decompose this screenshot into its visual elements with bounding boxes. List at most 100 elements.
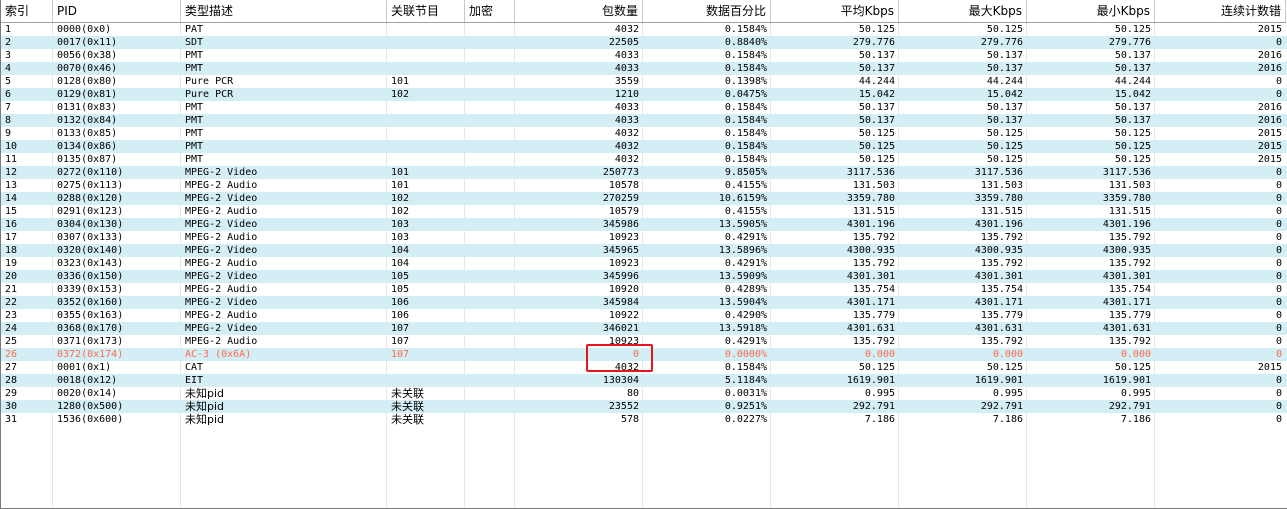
cell-enc [465, 322, 515, 335]
cell-pid: 0323(0x143) [57, 258, 124, 269]
cell-type: PMT [185, 154, 204, 165]
table-row[interactable]: 13 0275(0x113) MPEG-2 Audio 101 10578 0.4155%… [1, 179, 1287, 192]
cell-enc [465, 179, 515, 192]
cell-pid: 0352(0x160) [57, 297, 124, 308]
table-row[interactable]: 5 0128(0x80) Pure PCR 101 3559 0.1398% 44.244 4… [1, 75, 1287, 88]
column-header-avg[interactable]: 平均Kbps [771, 0, 899, 22]
cell-cc: 0 [1275, 167, 1282, 178]
table-row[interactable]: 14 0288(0x120) MPEG-2 Video 102 270259 10.615… [1, 192, 1287, 205]
cell-min: 135.754 [1108, 284, 1151, 295]
table-row[interactable]: 20 0336(0x150) MPEG-2 Video 105 345996 13.590… [1, 270, 1287, 283]
table-row[interactable]: 7 0131(0x83) PMT 4033 0.1584% 50.137 50.137 50.… [1, 101, 1287, 114]
table-row[interactable]: 10 0134(0x86) PMT 4032 0.1584% 50.125 50.125 50… [1, 140, 1287, 153]
cell-type: MPEG-2 Audio [185, 336, 258, 347]
cell-pkts: 4033 [614, 102, 639, 113]
pid-table-window: 索引 PID 类型描述 关联节目 加密 包数量 数据百分比 平均Kbps 最大Kbps 最小Kbp… [0, 0, 1287, 509]
column-header-pct[interactable]: 数据百分比 [643, 0, 771, 22]
table-row[interactable]: 15 0291(0x123) MPEG-2 Audio 102 10579 0.4155%… [1, 205, 1287, 218]
cell-min: 50.125 [1114, 362, 1151, 373]
cell-prog: 101 [391, 167, 410, 178]
cell-idx: 14 [5, 193, 18, 204]
table-row[interactable]: 25 0371(0x173) MPEG-2 Audio 107 10923 0.4291%… [1, 335, 1287, 348]
table-row[interactable]: 29 0020(0x14) 未知pid 未关联 80 0.0031% 0.995 0.995 0… [1, 387, 1287, 400]
cell-enc [465, 75, 515, 88]
cell-idx: 22 [5, 297, 18, 308]
cell-pct: 0.1584% [724, 63, 767, 74]
cell-pid: 0371(0x173) [57, 336, 124, 347]
cell-max: 4300.935 [974, 245, 1023, 256]
cell-cc: 0 [1275, 297, 1282, 308]
cell-enc [465, 23, 515, 36]
cell-min: 50.125 [1114, 24, 1151, 35]
cell-min: 15.042 [1114, 89, 1151, 100]
cell-type: CAT [185, 362, 204, 373]
cell-pct: 0.4155% [724, 180, 767, 191]
table-row[interactable]: 28 0018(0x12) EIT 130304 5.1184% 1619.901 1619… [1, 374, 1287, 387]
table-row[interactable]: 9 0133(0x85) PMT 4032 0.1584% 50.125 50.125 50.… [1, 127, 1287, 140]
column-header-max[interactable]: 最大Kbps [899, 0, 1027, 22]
cell-cc: 2015 [1257, 128, 1282, 139]
cell-enc [465, 348, 515, 361]
cell-type: PMT [185, 102, 204, 113]
cell-avg: 50.137 [858, 115, 895, 126]
cell-pkts: 4033 [614, 115, 639, 126]
cell-pkts: 4033 [614, 63, 639, 74]
table-row[interactable]: 4 0070(0x46) PMT 4033 0.1584% 50.137 50.137 50.… [1, 62, 1287, 75]
cell-pct: 13.5896% [718, 245, 767, 256]
table-row[interactable]: 26 0372(0x174) AC-3 (0x6A) 107 0 0.0000% 0.000… [1, 348, 1287, 361]
column-header-min[interactable]: 最小Kbps [1027, 0, 1155, 22]
table-row[interactable]: 19 0323(0x143) MPEG-2 Audio 104 10923 0.4291%… [1, 257, 1287, 270]
table-row[interactable]: 30 1280(0x500) 未知pid 未关联 23552 0.9251% 292.791… [1, 400, 1287, 413]
cell-enc [465, 270, 515, 283]
cell-pct: 0.1584% [724, 24, 767, 35]
cell-enc [465, 205, 515, 218]
table-row[interactable]: 24 0368(0x170) MPEG-2 Video 107 346021 13.591… [1, 322, 1287, 335]
cell-type: EIT [185, 375, 204, 386]
table-row[interactable]: 6 0129(0x81) Pure PCR 102 1210 0.0475% 15.042 1… [1, 88, 1287, 101]
table-row[interactable]: 31 1536(0x600) 未知pid 未关联 578 0.0227% 7.186 7.18… [1, 413, 1287, 426]
column-header-type[interactable]: 类型描述 [181, 0, 387, 22]
cell-max: 131.515 [980, 206, 1023, 217]
table-row[interactable]: 21 0339(0x153) MPEG-2 Audio 105 10920 0.4289%… [1, 283, 1287, 296]
table-row[interactable]: 17 0307(0x133) MPEG-2 Audio 103 10923 0.4291%… [1, 231, 1287, 244]
cell-pct: 13.5918% [718, 323, 767, 334]
cell-prog [387, 101, 465, 114]
cell-max: 7.186 [992, 414, 1023, 425]
table-row[interactable]: 3 0056(0x38) PMT 4033 0.1584% 50.137 50.137 50.… [1, 49, 1287, 62]
cell-cc: 0 [1275, 388, 1282, 399]
cell-pid: 0355(0x163) [57, 310, 124, 321]
table-row[interactable]: 12 0272(0x110) MPEG-2 Video 101 250773 9.8505… [1, 166, 1287, 179]
table-row[interactable]: 8 0132(0x84) PMT 4033 0.1584% 50.137 50.137 50.… [1, 114, 1287, 127]
column-header-idx[interactable]: 索引 [1, 0, 53, 22]
cell-min: 3359.780 [1102, 193, 1151, 204]
cell-cc: 0 [1275, 349, 1282, 360]
column-header-cc[interactable]: 连续计数错 [1155, 0, 1286, 22]
cell-enc [465, 283, 515, 296]
cell-pct: 0.4289% [724, 284, 767, 295]
table-row[interactable]: 11 0135(0x87) PMT 4032 0.1584% 50.125 50.125 50… [1, 153, 1287, 166]
cell-max: 1619.901 [974, 375, 1023, 386]
table-row[interactable]: 27 0001(0x1) CAT 4032 0.1584% 50.125 50.125 50.… [1, 361, 1287, 374]
table-row[interactable]: 22 0352(0x160) MPEG-2 Video 106 345984 13.590… [1, 296, 1287, 309]
cell-idx: 3 [5, 50, 12, 61]
column-header-enc[interactable]: 加密 [465, 0, 515, 22]
cell-min: 135.792 [1108, 232, 1151, 243]
column-header-prog[interactable]: 关联节目 [387, 0, 465, 22]
cell-pct: 0.1584% [724, 102, 767, 113]
cell-prog [387, 62, 465, 75]
cell-pid: 0056(0x38) [57, 50, 118, 61]
table-row[interactable]: 2 0017(0x11) SDT 22505 0.8840% 279.776 279.776… [1, 36, 1287, 49]
cell-min: 50.137 [1114, 115, 1151, 126]
column-header-pid[interactable]: PID [53, 0, 181, 22]
table-row[interactable]: 23 0355(0x163) MPEG-2 Audio 106 10922 0.4290%… [1, 309, 1287, 322]
cell-avg: 135.754 [852, 284, 895, 295]
cell-enc [465, 231, 515, 244]
cell-prog [387, 49, 465, 62]
table-row[interactable]: 18 0320(0x140) MPEG-2 Video 104 345965 13.589… [1, 244, 1287, 257]
table-row[interactable]: 1 0000(0x0) PAT 4032 0.1584% 50.125 50.125 50.1… [1, 23, 1287, 36]
cell-type: PMT [185, 128, 204, 139]
column-header-pkts[interactable]: 包数量 [515, 0, 643, 22]
cell-max: 3117.536 [974, 167, 1023, 178]
cell-cc: 0 [1275, 336, 1282, 347]
table-row[interactable]: 16 0304(0x130) MPEG-2 Video 103 345986 13.590… [1, 218, 1287, 231]
